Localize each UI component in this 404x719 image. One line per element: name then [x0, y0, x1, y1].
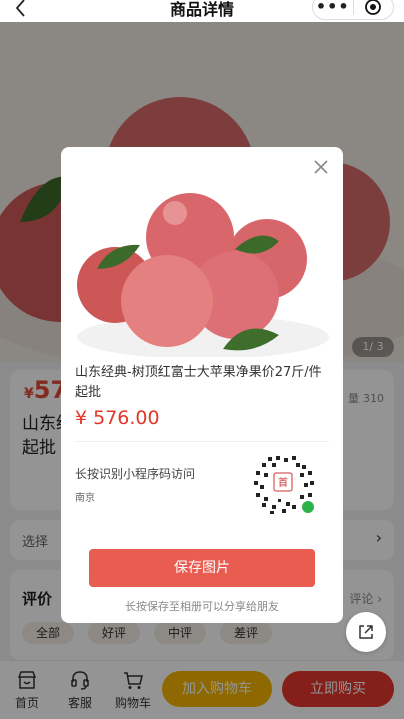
share-button[interactable] — [346, 612, 386, 652]
miniprogram-hint: 长按识别小程序码访问 — [75, 467, 196, 481]
product-poster-image — [77, 193, 329, 357]
save-hint: 长按保存至相册可以分享给朋友 — [125, 600, 279, 613]
more-icon[interactable]: ••• — [313, 0, 353, 16]
miniprogram-capsule: ••• — [312, 0, 394, 20]
poster-divider — [75, 441, 329, 442]
poster-product-title: 山东经典-树顶红富士大苹果净果价27斤/件起批 — [75, 365, 322, 400]
share-icon — [359, 625, 373, 639]
miniprogram-qr-code: 首 — [252, 454, 314, 516]
top-nav: 商品详情 ••• — [0, 0, 404, 22]
share-poster-modal: 山东经典-树顶红富士大苹果净果价27斤/件起批 ¥ 576.00 长按识别小程序… — [61, 147, 343, 623]
save-image-button[interactable]: 保存图片 — [89, 549, 315, 587]
close-icon[interactable] — [311, 157, 331, 177]
store-city: 南京 — [75, 493, 95, 504]
poster-price: ¥ 576.00 — [75, 407, 160, 429]
qr-logo-text: 首 — [278, 476, 288, 489]
close-miniprogram-icon[interactable] — [354, 0, 394, 16]
